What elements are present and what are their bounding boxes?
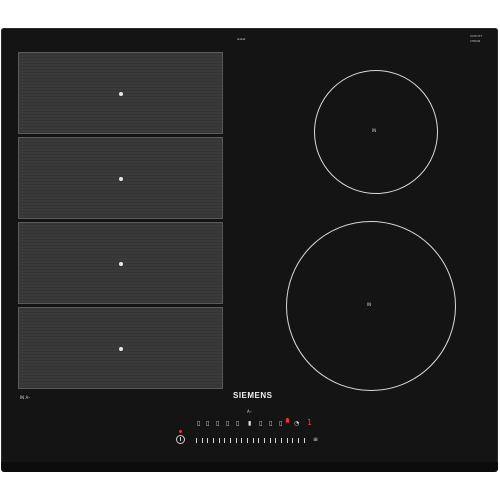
zone-select-icon[interactable]: ▯: [269, 421, 272, 427]
left-bottom-label: IN A–: [20, 395, 31, 400]
zone-center-dot: [119, 347, 123, 351]
zone-center-dot: [119, 92, 123, 96]
zone-center-dot: [119, 177, 123, 181]
flex-zone-2[interactable]: [18, 137, 223, 219]
schott-badge-line1: SCHOTT: [470, 34, 483, 38]
status-light: [286, 418, 289, 421]
zone-select-icon[interactable]: ▯: [236, 421, 239, 427]
power-button[interactable]: [176, 435, 185, 444]
hob-front-edge: [1, 462, 498, 472]
zone-select-icon[interactable]: ▯: [259, 421, 262, 427]
flex-zone-1[interactable]: [18, 52, 223, 134]
power-level-slider[interactable]: [196, 438, 305, 443]
zone-select-icon[interactable]: ▯: [279, 421, 282, 427]
lock-icon[interactable]: ▮: [248, 421, 251, 427]
zone-center-dot: [119, 262, 123, 266]
zone-select-icon[interactable]: ▯: [206, 421, 209, 427]
large-round-zone[interactable]: IN: [286, 221, 456, 391]
timer-icon[interactable]: ◔: [294, 421, 299, 427]
timer-display: 1: [307, 418, 312, 427]
power-indicator: [179, 430, 182, 433]
schott-badge-line2: CERAN: [470, 39, 481, 43]
eco-label: A–: [247, 409, 252, 414]
zone-select-icon[interactable]: ▯: [226, 421, 229, 427]
zone-select-icon[interactable]: ▯: [216, 421, 219, 427]
flex-zone-4[interactable]: [18, 307, 223, 389]
top-model-text: ▬▬▬: [237, 37, 246, 41]
zone-mark-label: IN: [372, 128, 377, 133]
zone-select-icon[interactable]: ▯: [197, 421, 200, 427]
zone-mark-label: IN: [367, 302, 372, 307]
small-round-zone[interactable]: IN: [314, 70, 438, 194]
menu-icon[interactable]: ≡: [313, 437, 318, 443]
siemens-logo: SIEMENS: [233, 391, 273, 400]
flex-zone-3[interactable]: [18, 222, 223, 304]
